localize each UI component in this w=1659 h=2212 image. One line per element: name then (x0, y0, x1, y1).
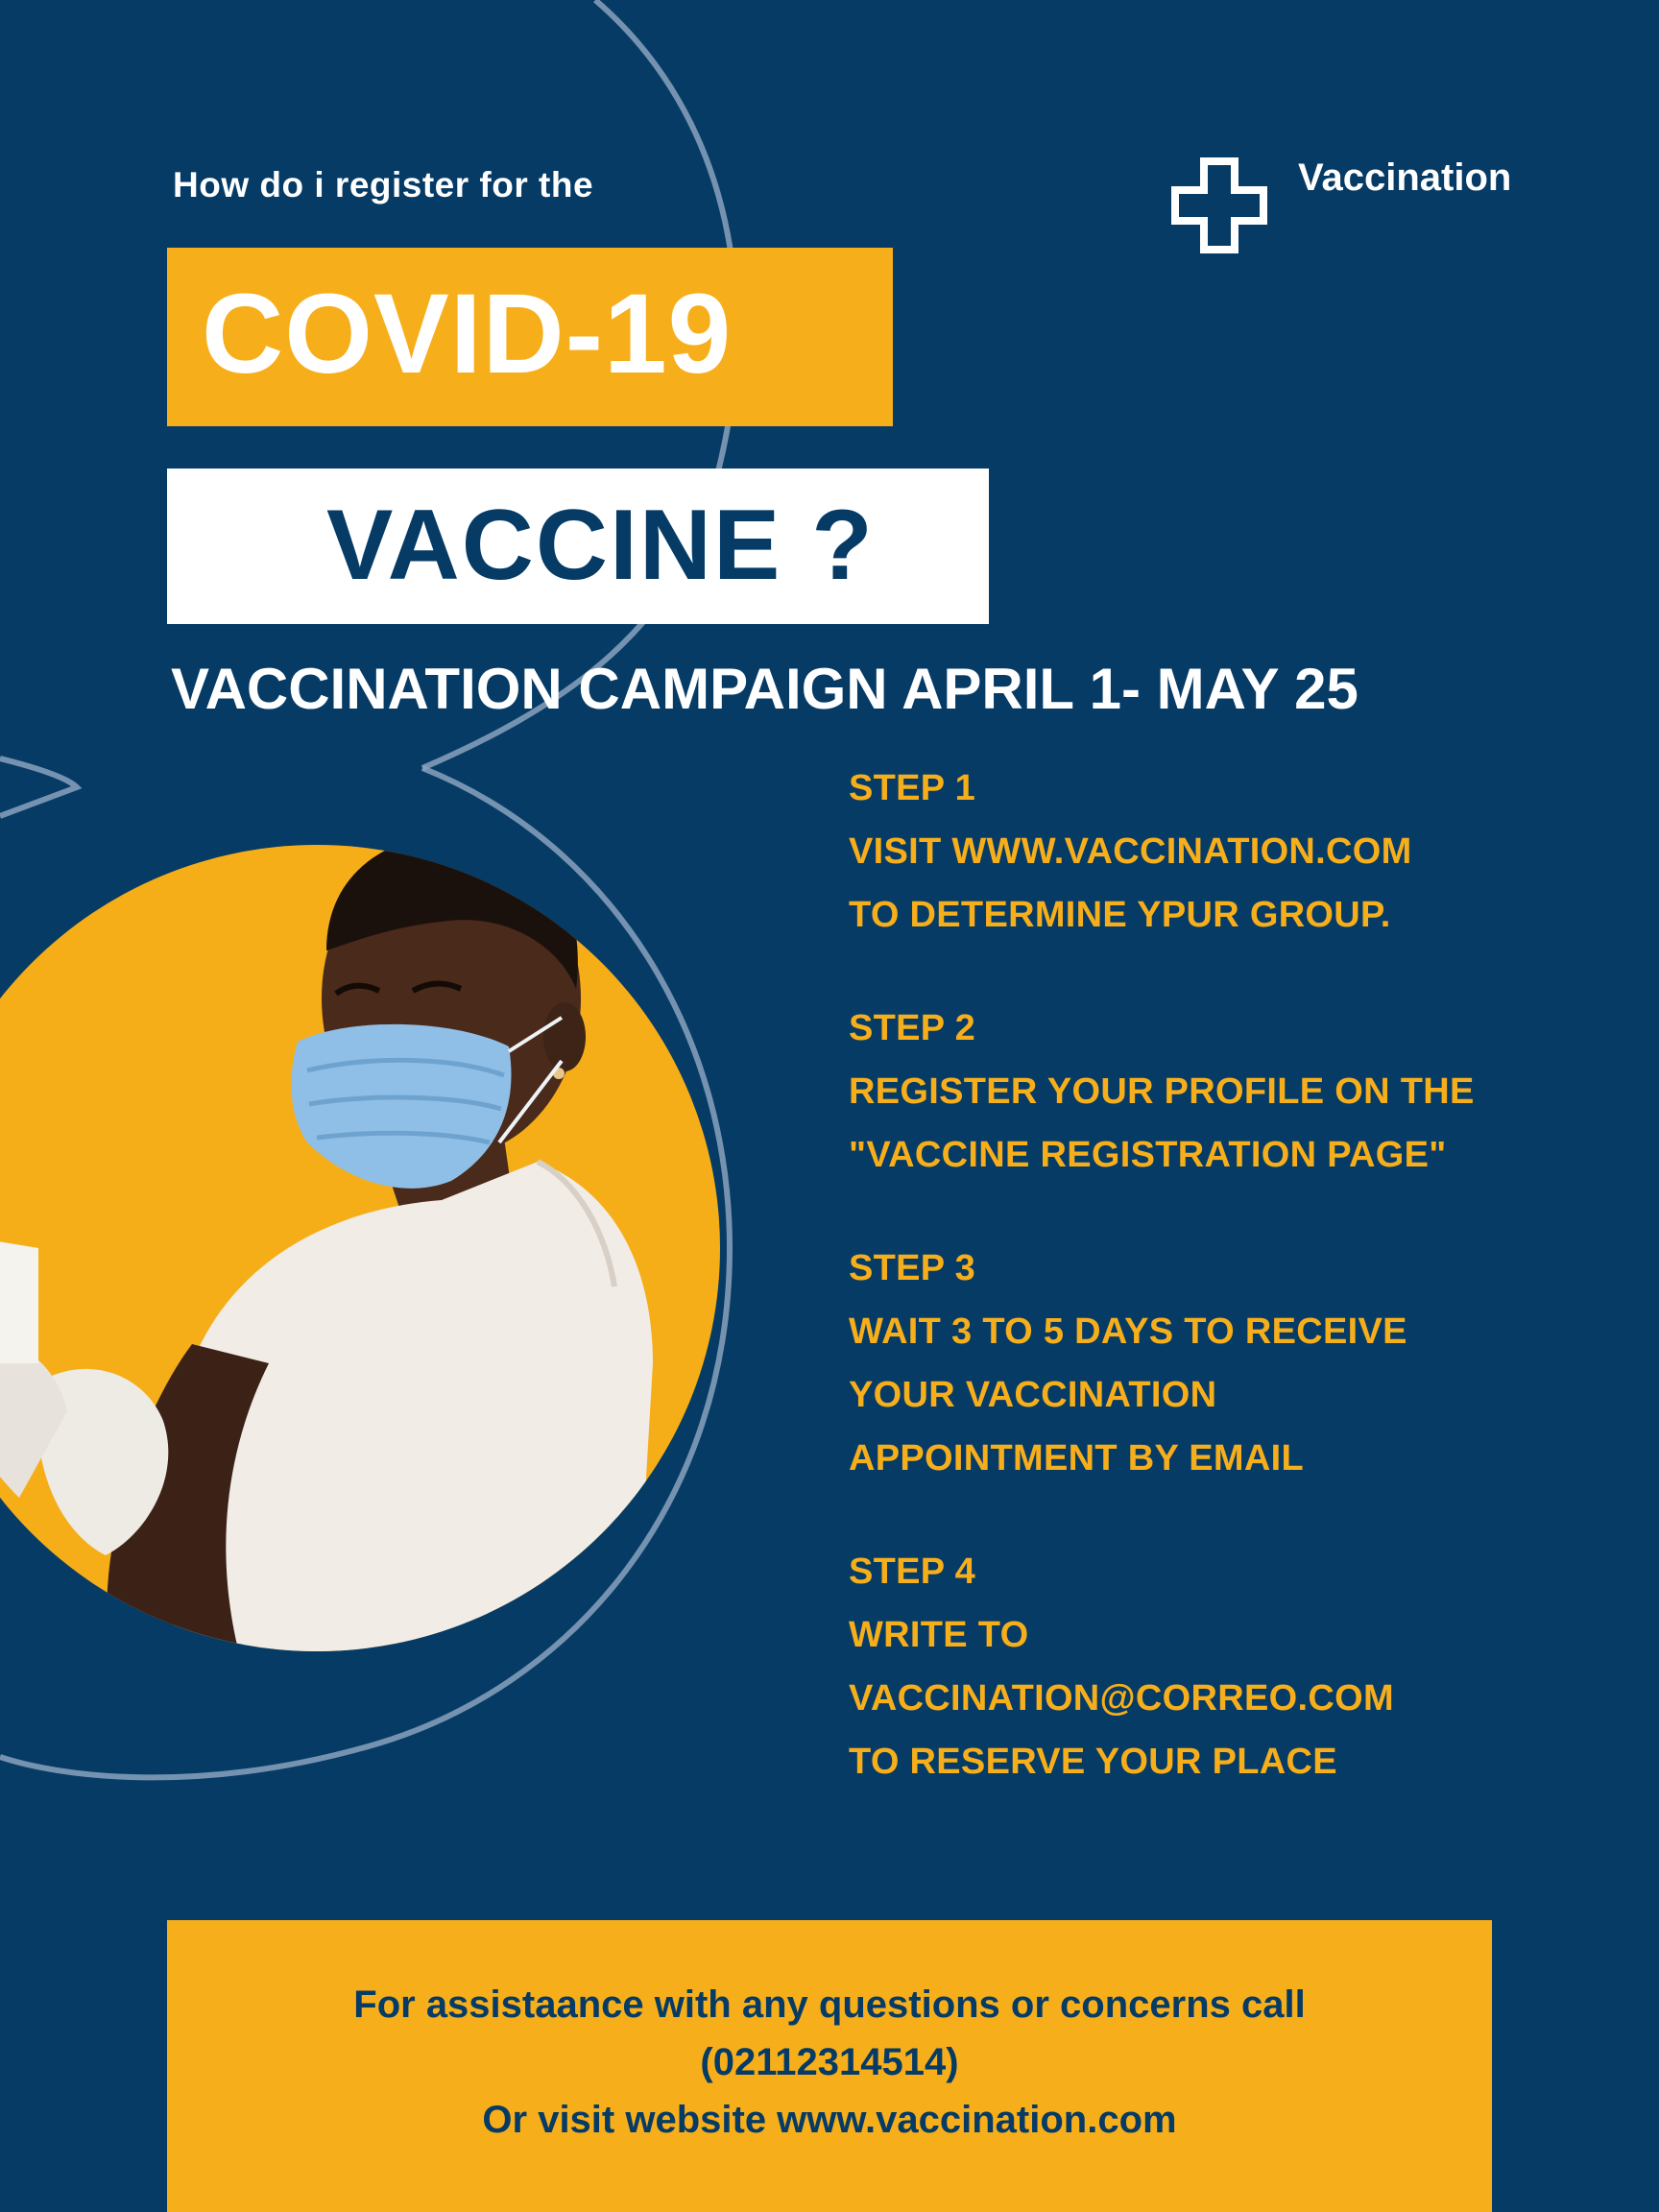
step-line: REGISTER YOUR PROFILE ON THE (849, 1071, 1475, 1112)
contact-text: For assistaance with any questions or co… (167, 1976, 1492, 2149)
title-vaccine: VACCINE ? (326, 490, 875, 601)
intro-kicker: How do i register for the (173, 165, 594, 204)
contact-line: For assistaance with any questions or co… (353, 1984, 1306, 2026)
vaccination-poster: How do i register for the Vaccination CO… (0, 0, 1659, 2212)
vaccination-badge: Vaccination (1169, 156, 1511, 255)
campaign-dates: VACCINATION CAMPAIGN APRIL 1- MAY 25 (171, 657, 1358, 721)
title-covid: COVID-19 (202, 271, 733, 397)
step-heading: STEP 1 (849, 768, 976, 808)
step-heading: STEP 3 (849, 1248, 976, 1288)
step-line: APPOINTMENT BY EMAIL (849, 1438, 1304, 1479)
step-heading: STEP 4 (849, 1551, 976, 1592)
step-line: VISIT WWW.VACCINATION.COM (849, 831, 1412, 872)
step-item: STEP 4 WRITE TO VACCINATION@CORREO.COM T… (849, 1540, 1636, 1793)
step-line: WAIT 3 TO 5 DAYS TO RECEIVE (849, 1311, 1407, 1352)
badge-label: Vaccination (1298, 156, 1512, 199)
step-heading: STEP 2 (849, 1008, 976, 1048)
contact-website: Or visit website www.vaccination.com (482, 2099, 1177, 2141)
step-line: VACCINATION@CORREO.COM (849, 1678, 1394, 1719)
step-item: STEP 3 WAIT 3 TO 5 DAYS TO RECEIVE YOUR … (849, 1237, 1636, 1490)
step-line: TO DETERMINE YPUR GROUP. (849, 895, 1391, 935)
step-line: WRITE TO (849, 1615, 1029, 1655)
step-item: STEP 1 VISIT WWW.VACCINATION.COM TO DETE… (849, 757, 1636, 947)
step-line: YOUR VACCINATION (849, 1375, 1217, 1415)
contact-phone: (02112314514) (700, 2041, 959, 2083)
step-item: STEP 2 REGISTER YOUR PROFILE ON THE "VAC… (849, 997, 1636, 1187)
step-line: "VACCINE REGISTRATION PAGE" (849, 1135, 1447, 1175)
steps-list: STEP 1 VISIT WWW.VACCINATION.COM TO DETE… (849, 757, 1636, 1843)
plus-cross-icon (1171, 157, 1267, 253)
step-line: TO RESERVE YOUR PLACE (849, 1742, 1337, 1782)
